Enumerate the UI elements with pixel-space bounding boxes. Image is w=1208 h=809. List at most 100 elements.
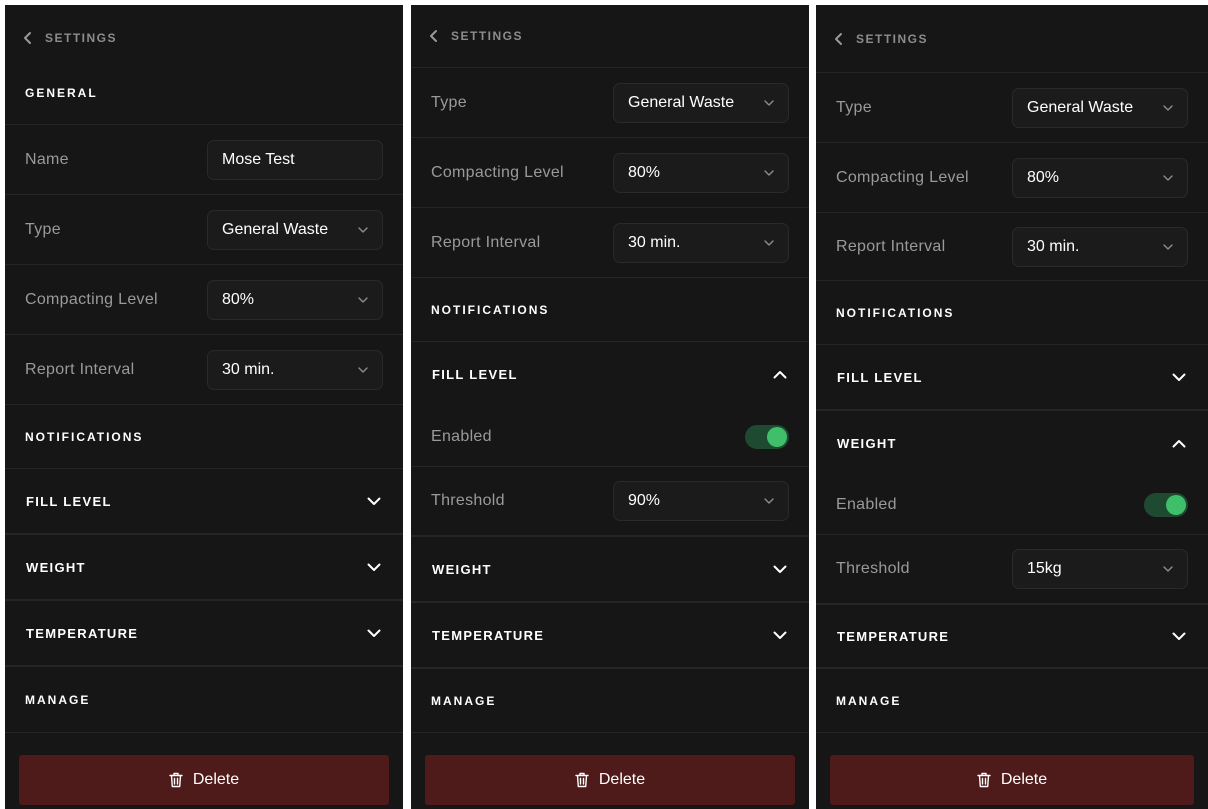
field-compacting-level: Compacting Level 80% (816, 143, 1208, 213)
field-weight-enabled: Enabled (816, 475, 1208, 535)
chevron-down-icon (367, 497, 381, 506)
field-compacting-level: Compacting Level 80% (411, 138, 809, 208)
accordion-fill-level[interactable]: FILL LEVEL (816, 345, 1208, 411)
accordion-temperature[interactable]: TEMPERATURE (5, 601, 403, 667)
trash-icon (977, 772, 991, 788)
back-button[interactable]: SETTINGS (816, 5, 1208, 73)
interval-value: 30 min. (1027, 237, 1080, 255)
weight-label: WEIGHT (432, 561, 492, 577)
type-select[interactable]: General Waste (613, 82, 789, 123)
interval-value: 30 min. (628, 233, 681, 251)
chevron-left-icon (834, 32, 844, 46)
fill-level-enabled-toggle[interactable] (745, 424, 789, 449)
name-input[interactable]: Mose Test (207, 139, 383, 180)
field-fill-level-enabled: Enabled (411, 407, 809, 467)
temperature-label: TEMPERATURE (837, 628, 950, 644)
threshold-select[interactable]: 15kg (1012, 549, 1188, 589)
compacting-value: 80% (1027, 168, 1060, 186)
threshold-value: 15kg (1027, 560, 1062, 577)
interval-select[interactable]: 30 min. (207, 349, 383, 390)
section-manage-title: MANAGE (816, 669, 1208, 733)
compacting-select[interactable]: 80% (613, 152, 789, 193)
interval-label: Report Interval (431, 233, 541, 251)
type-value: General Waste (222, 220, 329, 238)
chevron-down-icon (367, 563, 381, 572)
chevron-down-icon (764, 169, 774, 176)
chevron-down-icon (764, 498, 774, 504)
toggle-knob (1166, 494, 1186, 515)
chevron-left-icon (429, 29, 439, 43)
field-report-interval: Report Interval 30 min. (411, 208, 809, 278)
compacting-label: Compacting Level (25, 290, 158, 308)
chevron-down-icon (358, 296, 368, 303)
interval-select[interactable]: 30 min. (613, 222, 789, 263)
type-value: General Waste (628, 93, 735, 111)
chevron-down-icon (1172, 373, 1186, 382)
chevron-down-icon (358, 226, 368, 233)
chevron-down-icon (764, 239, 774, 246)
compacting-label: Compacting Level (431, 163, 564, 181)
type-select[interactable]: General Waste (207, 209, 383, 250)
back-button[interactable]: SETTINGS (5, 23, 403, 53)
back-button[interactable]: SETTINGS (411, 5, 809, 68)
compacting-select[interactable]: 80% (207, 279, 383, 320)
type-label: Type (25, 220, 61, 238)
enabled-label: Enabled (836, 495, 897, 513)
delete-button[interactable]: Delete (19, 755, 389, 805)
field-type: Type General Waste (5, 195, 403, 265)
section-notifications-title: NOTIFICATIONS (5, 405, 403, 469)
toggle-knob (767, 426, 787, 447)
chevron-up-icon (1172, 439, 1186, 448)
accordion-weight[interactable]: WEIGHT (5, 535, 403, 601)
name-label: Name (25, 150, 69, 168)
trash-icon (169, 772, 183, 788)
accordion-weight[interactable]: WEIGHT (411, 537, 809, 603)
field-report-interval: Report Interval 30 min. (5, 335, 403, 405)
field-weight-threshold: Threshold 15kg (816, 535, 1208, 605)
type-label: Type (836, 98, 872, 116)
back-label: SETTINGS (856, 31, 929, 46)
chevron-down-icon (1163, 174, 1173, 181)
delete-button[interactable]: Delete (830, 755, 1194, 805)
chevron-down-icon (773, 565, 787, 574)
type-value: General Waste (1027, 98, 1134, 116)
weight-label: WEIGHT (837, 435, 897, 451)
accordion-temperature[interactable]: TEMPERATURE (816, 605, 1208, 669)
field-fill-level-threshold: Threshold 90% (411, 467, 809, 537)
field-type: Type General Waste (411, 68, 809, 138)
threshold-select[interactable]: 90% (613, 481, 789, 521)
weight-enabled-toggle[interactable] (1144, 492, 1188, 517)
type-select[interactable]: General Waste (1012, 87, 1188, 128)
compacting-value: 80% (628, 163, 661, 181)
fill-level-label: FILL LEVEL (26, 493, 112, 509)
back-label: SETTINGS (45, 31, 118, 45)
type-label: Type (431, 93, 467, 111)
accordion-temperature[interactable]: TEMPERATURE (411, 603, 809, 669)
chevron-down-icon (764, 99, 774, 106)
temperature-label: TEMPERATURE (26, 625, 139, 641)
accordion-fill-level[interactable]: FILL LEVEL (411, 342, 809, 407)
interval-select[interactable]: 30 min. (1012, 226, 1188, 267)
threshold-label: Threshold (836, 560, 910, 577)
fill-level-label: FILL LEVEL (432, 367, 518, 382)
delete-button[interactable]: Delete (425, 755, 795, 805)
threshold-value: 90% (628, 492, 661, 509)
section-general-title: GENERAL (5, 61, 403, 125)
name-value: Mose Test (222, 150, 295, 168)
interval-label: Report Interval (25, 360, 135, 378)
chevron-left-icon (23, 31, 33, 45)
chevron-down-icon (1163, 104, 1173, 111)
interval-value: 30 min. (222, 360, 275, 378)
compacting-label: Compacting Level (836, 168, 969, 186)
delete-label: Delete (1000, 771, 1048, 788)
chevron-down-icon (773, 631, 787, 640)
compacting-select[interactable]: 80% (1012, 157, 1188, 198)
back-label: SETTINGS (451, 29, 524, 43)
interval-label: Report Interval (836, 237, 946, 255)
fill-level-label: FILL LEVEL (837, 369, 923, 385)
accordion-weight[interactable]: WEIGHT (816, 411, 1208, 475)
settings-panel-weight: SETTINGS Type General Waste Compacting L… (816, 5, 1208, 809)
delete-label: Delete (192, 771, 240, 788)
accordion-fill-level[interactable]: FILL LEVEL (5, 469, 403, 535)
chevron-down-icon (1163, 243, 1173, 250)
